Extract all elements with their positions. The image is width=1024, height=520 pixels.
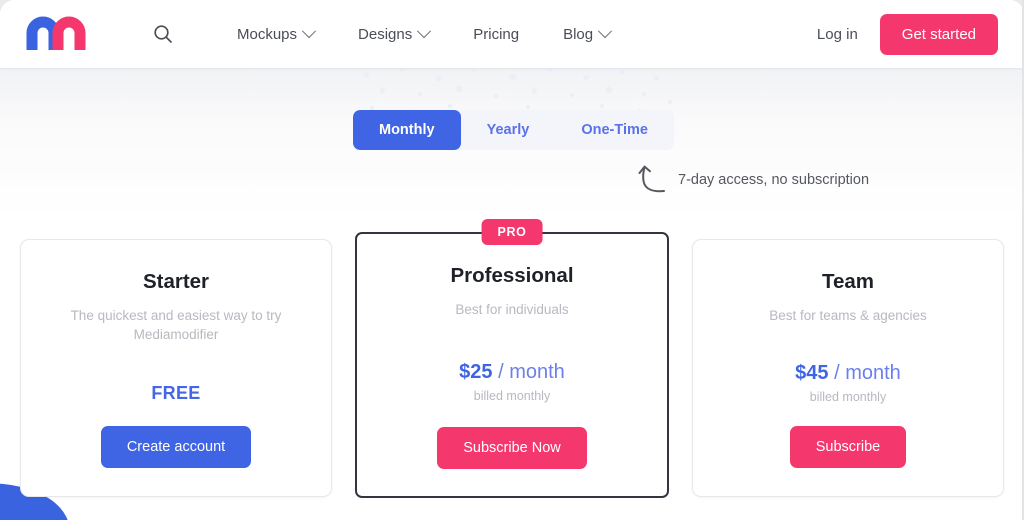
nav-item-designs[interactable]: Designs — [336, 18, 451, 51]
mediamodifier-logo-icon[interactable] — [26, 16, 86, 52]
annotation: 7-day access, no subscription — [634, 163, 869, 197]
pricing-cards: Starter The quickest and easiest way to … — [0, 219, 1024, 498]
curved-arrow-up-left-icon — [638, 165, 665, 193]
subscribe-now-button[interactable]: Subscribe Now — [437, 427, 587, 469]
plan-price-period: / month — [834, 362, 901, 384]
search-icon — [154, 25, 172, 43]
toggle-option-one-time[interactable]: One-Time — [555, 110, 674, 150]
pricing-page: Mockups Designs Pricing Blog Log in Get … — [0, 0, 1024, 520]
plan-description: Best for individuals — [455, 302, 569, 317]
chevron-down-icon — [301, 24, 317, 39]
header-actions: Log in Get started — [817, 13, 998, 55]
login-link[interactable]: Log in — [817, 26, 858, 43]
nav-item-pricing[interactable]: Pricing — [451, 18, 541, 51]
billing-period-toggle: Monthly Yearly One-Time — [353, 110, 674, 150]
search-button[interactable] — [146, 17, 180, 51]
nav-label: Pricing — [473, 25, 520, 43]
toggle-option-yearly[interactable]: Yearly — [461, 110, 556, 150]
plan-price: $25 / month — [459, 361, 565, 384]
plan-price-note: billed monthly — [809, 390, 887, 404]
plan-name: Starter — [142, 270, 210, 293]
nav-label: Designs — [358, 25, 413, 43]
chevron-down-icon — [598, 24, 613, 39]
plan-price-amount: $45 — [795, 362, 829, 384]
toggle-option-monthly[interactable]: Monthly — [353, 110, 461, 150]
nav-label: Blog — [563, 25, 594, 43]
plan-name: Professional — [450, 264, 574, 287]
nav-item-mockups[interactable]: Mockups — [215, 18, 336, 51]
pricing-card-starter[interactable]: Starter The quickest and easiest way to … — [20, 239, 332, 497]
pro-badge: PRO — [481, 219, 543, 245]
pricing-card-professional[interactable]: PRO Professional Best for individuals $2… — [355, 219, 669, 498]
get-started-button[interactable]: Get started — [879, 13, 998, 55]
plan-price: $45 / month — [795, 362, 901, 385]
nav-item-blog[interactable]: Blog — [541, 18, 632, 51]
plan-price-block: $45 / month billed monthly — [795, 362, 901, 404]
annotation-text: 7-day access, no subscription — [678, 172, 870, 188]
create-account-button[interactable]: Create account — [100, 426, 252, 468]
plan-price-period: / month — [498, 361, 565, 383]
site-header: Mockups Designs Pricing Blog Log in Get … — [0, 0, 1024, 68]
plan-name: Team — [821, 270, 875, 293]
nav-label: Mockups — [237, 25, 298, 43]
main-nav: Mockups Designs Pricing Blog — [215, 18, 632, 51]
plan-price-note: billed monthly — [473, 389, 551, 403]
pricing-card-team[interactable]: Team Best for teams & agencies $45 / mon… — [692, 239, 1004, 497]
plan-price-free: FREE — [151, 383, 201, 403]
plan-price-block: $25 / month billed monthly — [459, 361, 565, 403]
subscribe-button[interactable]: Subscribe — [789, 426, 907, 468]
plan-description: The quickest and easiest way to try Medi… — [70, 308, 282, 342]
plan-description: Best for teams & agencies — [769, 308, 927, 323]
chevron-down-icon — [417, 24, 432, 39]
plan-price-amount: $25 — [459, 361, 493, 383]
